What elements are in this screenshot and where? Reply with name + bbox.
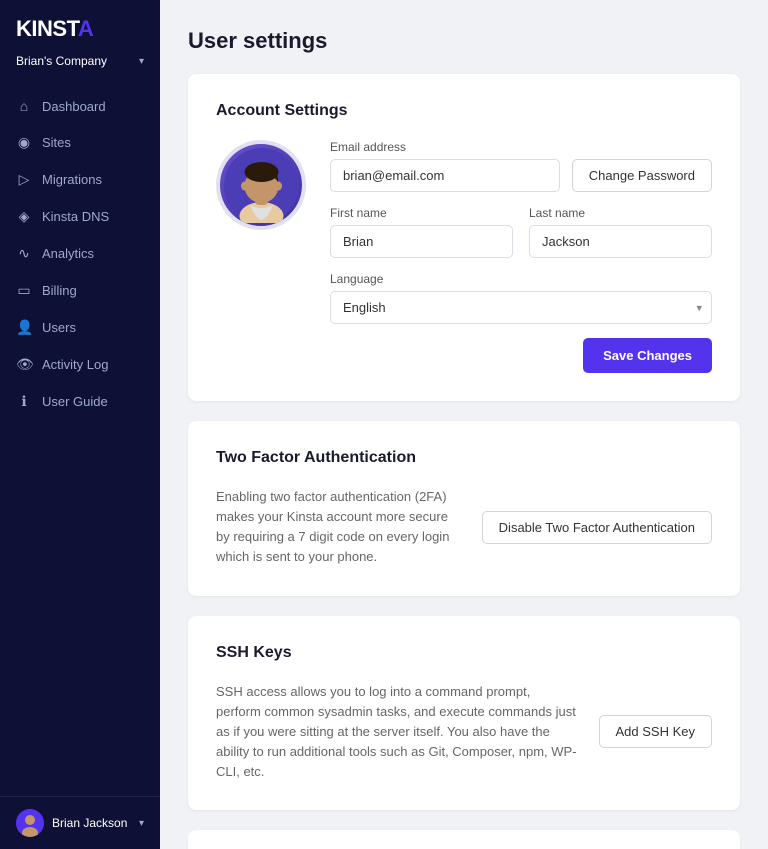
user-guide-icon: ℹ	[16, 393, 32, 410]
sidebar-item-label: Users	[42, 320, 76, 335]
add-ssh-key-button[interactable]: Add SSH Key	[599, 715, 713, 748]
migrations-icon: ▷	[16, 171, 32, 188]
first-name-input[interactable]	[330, 225, 513, 258]
sidebar-item-label: Billing	[42, 283, 77, 298]
ssh-keys-title: SSH Keys	[216, 644, 712, 662]
sidebar-item-analytics[interactable]: ∿ Analytics	[0, 235, 160, 272]
sidebar-item-sites[interactable]: ◉ Sites	[0, 124, 160, 161]
sites-icon: ◉	[16, 134, 32, 151]
overage-card: Overage Notification If you hit your pla…	[188, 830, 740, 849]
nav: ⌂ Dashboard ◉ Sites ▷ Migrations ◈ Kinst…	[0, 80, 160, 796]
sidebar-item-label: Analytics	[42, 246, 94, 261]
sidebar-item-label: User Guide	[42, 394, 108, 409]
main-content: User settings Account Settings	[160, 0, 768, 849]
footer-username: Brian Jackson	[52, 816, 127, 830]
kinsta-dns-icon: ◈	[16, 208, 32, 225]
dashboard-icon: ⌂	[16, 98, 32, 114]
sidebar-item-user-guide[interactable]: ℹ User Guide	[0, 383, 160, 420]
sidebar-item-label: Dashboard	[42, 99, 106, 114]
account-settings-card: Account Settings	[188, 74, 740, 401]
avatar-svg	[16, 809, 44, 837]
sidebar-footer[interactable]: Brian Jackson ▾	[0, 796, 160, 849]
change-password-button[interactable]: Change Password	[572, 159, 712, 192]
avatar-area	[216, 140, 306, 230]
language-select-wrapper: English Spanish French German Portuguese…	[330, 291, 712, 324]
users-icon: 👤	[16, 319, 32, 336]
sidebar-item-migrations[interactable]: ▷ Migrations	[0, 161, 160, 198]
page-title: User settings	[188, 28, 740, 54]
first-name-field-group: First name	[330, 206, 513, 258]
ssh-description: SSH access allows you to log into a comm…	[216, 682, 579, 783]
sidebar-item-label: Kinsta DNS	[42, 209, 109, 224]
user-avatar	[216, 140, 306, 230]
logo-area: KINSTA	[0, 0, 160, 50]
kinsta-logo: KINSTA	[16, 16, 144, 42]
name-row: First name Last name	[330, 206, 712, 258]
two-factor-title: Two Factor Authentication	[216, 449, 712, 467]
company-chevron-icon: ▾	[139, 56, 144, 67]
disable-twofa-button[interactable]: Disable Two Factor Authentication	[482, 511, 712, 544]
language-label: Language	[330, 272, 712, 286]
analytics-icon: ∿	[16, 245, 32, 262]
billing-icon: ▭	[16, 282, 32, 299]
company-name: Brian's Company	[16, 54, 107, 68]
ssh-body: SSH access allows you to log into a comm…	[216, 682, 712, 783]
language-field-group: Language English Spanish French German P…	[330, 272, 712, 324]
email-row: Email address Change Password	[330, 140, 712, 192]
twofa-body: Enabling two factor authentication (2FA)…	[216, 487, 712, 568]
last-name-label: Last name	[529, 206, 712, 220]
footer-user-area: Brian Jackson	[16, 809, 127, 837]
sidebar-item-kinsta-dns[interactable]: ◈ Kinsta DNS	[0, 198, 160, 235]
last-name-field-group: Last name	[529, 206, 712, 258]
footer-chevron-icon: ▾	[139, 818, 144, 829]
ssh-keys-card: SSH Keys SSH access allows you to log in…	[188, 616, 740, 811]
sidebar-item-label: Sites	[42, 135, 71, 150]
account-settings-body: Email address Change Password First name…	[216, 140, 712, 373]
last-name-input[interactable]	[529, 225, 712, 258]
sidebar-item-activity-log[interactable]: 👁 Activity Log	[0, 346, 160, 383]
sidebar: KINSTA Brian's Company ▾ ⌂ Dashboard ◉ S…	[0, 0, 160, 849]
account-fields: Email address Change Password First name…	[330, 140, 712, 373]
avatar-image	[224, 148, 299, 223]
sidebar-item-dashboard[interactable]: ⌂ Dashboard	[0, 88, 160, 124]
language-select[interactable]: English Spanish French German Portuguese	[330, 291, 712, 324]
email-field-group: Email address	[330, 140, 560, 192]
avatar	[16, 809, 44, 837]
save-row: Save Changes	[330, 338, 712, 373]
two-factor-card: Two Factor Authentication Enabling two f…	[188, 421, 740, 596]
twofa-description: Enabling two factor authentication (2FA)…	[216, 487, 462, 568]
email-input[interactable]	[330, 159, 560, 192]
sidebar-item-users[interactable]: 👤 Users	[0, 309, 160, 346]
save-changes-button[interactable]: Save Changes	[583, 338, 712, 373]
sidebar-item-billing[interactable]: ▭ Billing	[0, 272, 160, 309]
account-settings-title: Account Settings	[216, 102, 712, 120]
sidebar-item-label: Migrations	[42, 172, 102, 187]
email-label: Email address	[330, 140, 560, 154]
sidebar-item-label: Activity Log	[42, 357, 108, 372]
company-selector[interactable]: Brian's Company ▾	[0, 50, 160, 80]
activity-log-icon: 👁	[16, 356, 32, 373]
first-name-label: First name	[330, 206, 513, 220]
